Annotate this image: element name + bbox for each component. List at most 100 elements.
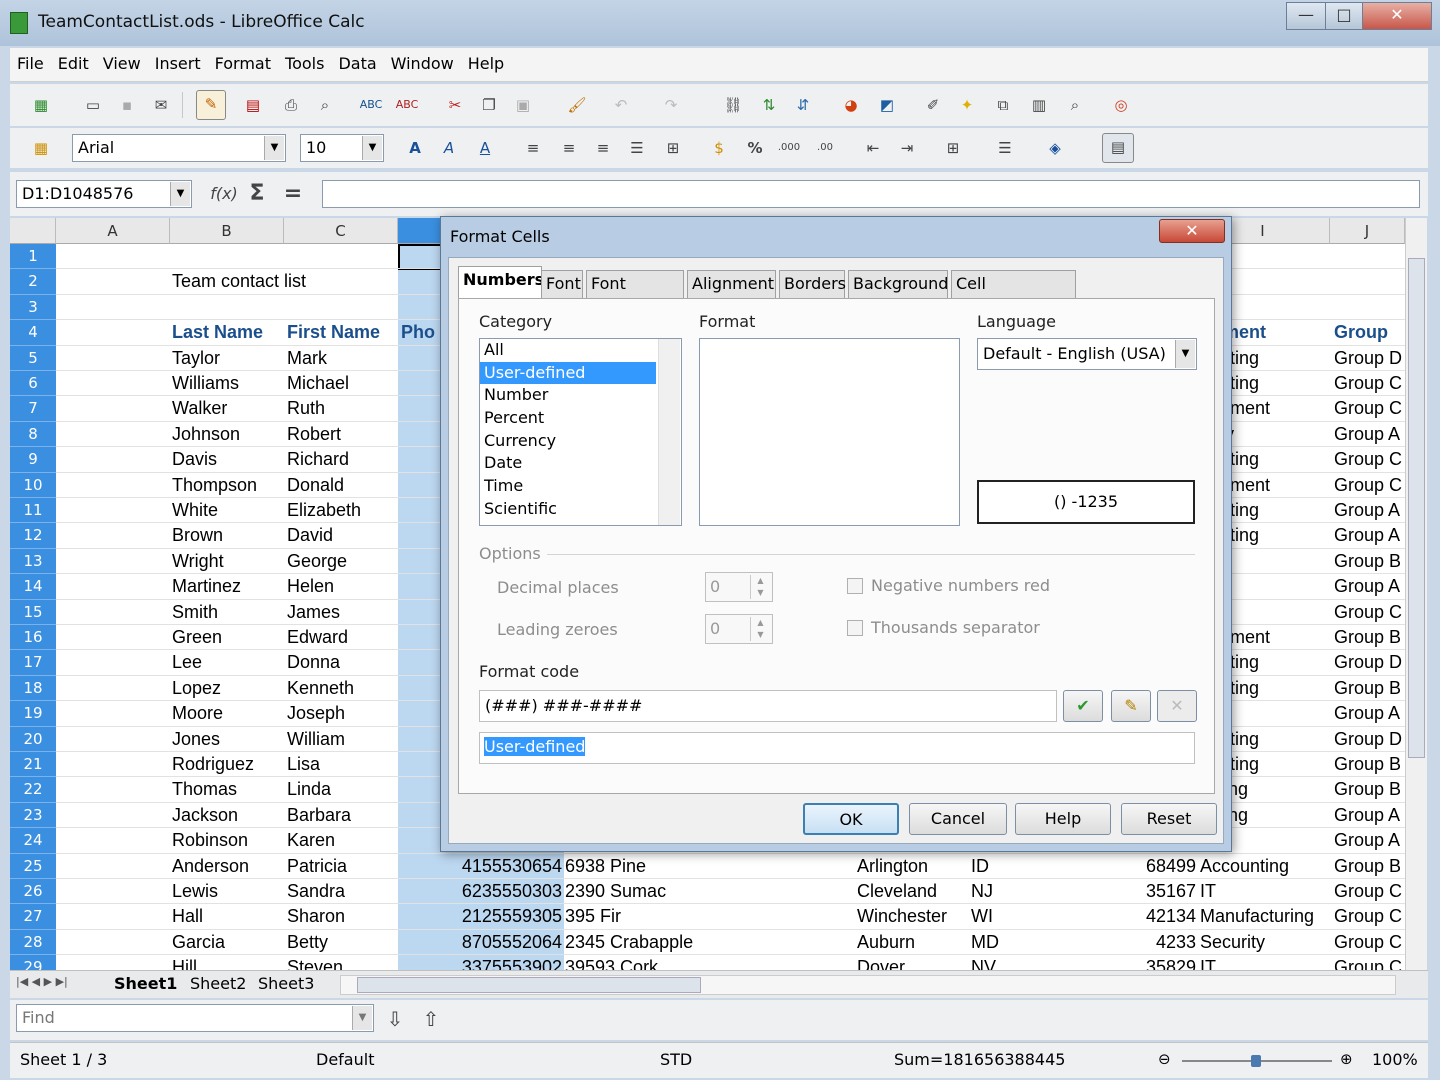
tab-font[interactable]: Font <box>541 270 583 298</box>
row-header[interactable]: 10 <box>10 472 56 498</box>
cell-state[interactable]: MD <box>971 930 999 955</box>
align-left-icon[interactable]: ≡ <box>520 135 546 161</box>
row-header[interactable]: 14 <box>10 574 56 600</box>
row-header[interactable]: 5 <box>10 345 56 371</box>
cell-first-name[interactable]: Sandra <box>287 879 345 904</box>
title-cell[interactable]: Team contact list <box>172 269 306 294</box>
autospellcheck-icon[interactable]: ABC <box>394 92 420 118</box>
selection-mode[interactable]: STD <box>660 1050 692 1069</box>
close-window-button[interactable]: ✕ <box>1362 2 1432 30</box>
find-input[interactable]: Find ▼ <box>16 1004 374 1032</box>
cell-zip[interactable]: 68499 <box>1084 854 1196 879</box>
paste-icon[interactable]: ▣ <box>510 92 536 118</box>
data-sources-icon[interactable]: ▥ <box>1026 92 1052 118</box>
cell-first-name[interactable]: Lisa <box>287 752 320 777</box>
delete-decimal-icon[interactable]: .00 <box>812 135 838 161</box>
cell-last-name[interactable]: Moore <box>172 701 223 726</box>
cell-first-name[interactable]: James <box>287 600 340 625</box>
row-header[interactable]: 24 <box>10 828 56 854</box>
cell-last-name[interactable]: Brown <box>172 523 223 548</box>
cell-group[interactable]: Group C <box>1334 371 1402 396</box>
print-preview-icon[interactable]: ⌕ <box>312 92 338 118</box>
row-header[interactable]: 6 <box>10 371 56 397</box>
scrollbar-thumb[interactable] <box>1408 258 1425 758</box>
row-header[interactable]: 25 <box>10 853 56 879</box>
cell-first-name[interactable]: Linda <box>287 777 331 802</box>
print-icon[interactable]: ⎙ <box>278 92 304 118</box>
cell-last-name[interactable]: Jackson <box>172 803 238 828</box>
email-icon[interactable]: ✉ <box>148 92 174 118</box>
cell-address[interactable]: 395 Fir <box>565 904 621 929</box>
open-folder-icon[interactable]: ▭ <box>80 92 106 118</box>
cell-department[interactable]: Manufacturing <box>1200 904 1314 929</box>
menu-tools[interactable]: Tools <box>278 48 331 79</box>
cell-last-name[interactable]: Thomas <box>172 777 237 802</box>
cell-first-name[interactable]: Ruth <box>287 396 325 421</box>
row-header[interactable]: 19 <box>10 701 56 727</box>
header-phone[interactable]: Pho <box>401 320 435 345</box>
cancel-button[interactable]: Cancel <box>909 803 1007 835</box>
undo-icon[interactable]: ↶ <box>608 92 634 118</box>
cell-last-name[interactable]: Garcia <box>172 930 225 955</box>
cell-last-name[interactable]: Hill <box>172 955 197 970</box>
cell-first-name[interactable]: Karen <box>287 828 335 853</box>
zoom-level[interactable]: 100% <box>1372 1050 1418 1069</box>
zoom-out-icon[interactable]: ⊖ <box>1158 1050 1171 1068</box>
cell-first-name[interactable]: George <box>287 549 347 574</box>
maximize-button[interactable]: □ <box>1325 2 1363 30</box>
tab-borders[interactable]: Borders <box>779 270 846 298</box>
edit-file-icon[interactable]: ✎ <box>196 90 226 120</box>
cell-department[interactable]: IT <box>1200 955 1216 970</box>
italic-icon[interactable]: A <box>436 135 462 161</box>
column-header-j[interactable]: J <box>1330 218 1405 244</box>
row-header[interactable]: 15 <box>10 599 56 625</box>
spellcheck-icon[interactable]: ABC <box>358 92 384 118</box>
font-size-box[interactable]: 10 ▼ <box>300 134 384 162</box>
menu-data[interactable]: Data <box>331 48 383 79</box>
underline-icon[interactable]: A <box>472 135 498 161</box>
cell-group[interactable]: Group C <box>1334 600 1402 625</box>
tab-numbers[interactable]: Numbers <box>458 266 544 299</box>
category-scrollbar[interactable] <box>658 339 680 525</box>
cell-first-name[interactable]: Helen <box>287 574 334 599</box>
styles-icon[interactable]: ▦ <box>28 135 54 161</box>
cell-city[interactable]: Winchester <box>857 904 947 929</box>
menu-insert[interactable]: Insert <box>148 48 208 79</box>
cell-group[interactable]: Group B <box>1334 625 1401 650</box>
sheet-navigation-icon[interactable]: |◀ ◀ ▶ ▶| <box>16 975 68 988</box>
language-select[interactable]: Default - English (USA) ▼ <box>977 338 1197 370</box>
dialog-close-button[interactable]: ✕ <box>1159 219 1225 243</box>
cell-zip[interactable]: 42134 <box>1084 904 1196 929</box>
header-group[interactable]: Group <box>1334 320 1388 345</box>
leading-zeroes-spinner[interactable]: 0 ▲ ▼ <box>705 614 773 644</box>
cell-department[interactable]: IT <box>1200 879 1216 904</box>
category-item-user-defined[interactable]: User-defined <box>480 361 656 385</box>
draw-functions-icon[interactable]: ✐ <box>920 92 946 118</box>
equals-icon[interactable]: = <box>280 181 306 207</box>
category-list[interactable]: All User-defined Number Percent Currency… <box>479 338 682 526</box>
column-header-a[interactable]: A <box>56 218 170 244</box>
cell-group[interactable]: Group B <box>1334 676 1401 701</box>
sort-ascending-icon[interactable]: ⇅ <box>756 92 782 118</box>
menu-format[interactable]: Format <box>208 48 278 79</box>
row-header[interactable]: 17 <box>10 650 56 676</box>
cell-group[interactable]: Group A <box>1334 803 1400 828</box>
row-header[interactable]: 3 <box>10 294 56 321</box>
cell-first-name[interactable]: Betty <box>287 930 328 955</box>
cell-last-name[interactable]: Robinson <box>172 828 248 853</box>
row-header[interactable]: 13 <box>10 548 56 575</box>
menu-help[interactable]: Help <box>461 48 511 79</box>
cell-group[interactable]: Group D <box>1334 346 1402 371</box>
find-next-icon[interactable]: ⇩ <box>382 1006 408 1032</box>
chevron-down-icon[interactable]: ▼ <box>1175 340 1195 368</box>
cell-first-name[interactable]: Joseph <box>287 701 345 726</box>
cell-first-name[interactable]: Mark <box>287 346 327 371</box>
row-header[interactable]: 22 <box>10 777 56 803</box>
cell-address[interactable]: 2390 Sumac <box>565 879 666 904</box>
category-item-date[interactable]: Date <box>480 452 681 475</box>
cell-last-name[interactable]: Walker <box>172 396 227 421</box>
cell-group[interactable]: Group C <box>1334 447 1402 472</box>
row-header[interactable]: 8 <box>10 421 56 448</box>
menu-file[interactable]: File <box>10 48 51 79</box>
reset-button[interactable]: Reset <box>1121 803 1217 835</box>
